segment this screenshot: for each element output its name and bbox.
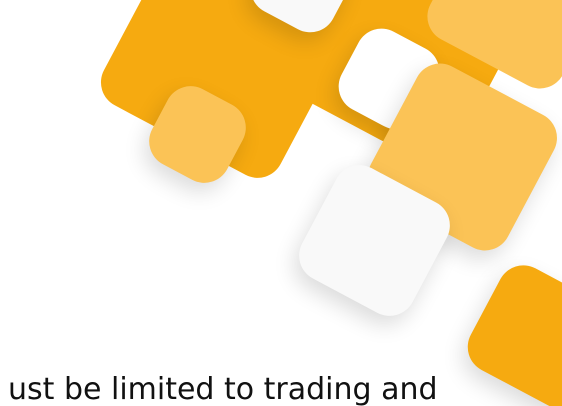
caption-text: ust be limited to trading and <box>8 372 438 406</box>
orange-square-bottom-right <box>458 256 562 406</box>
decorative-slide: ust be limited to trading and <box>0 0 562 406</box>
